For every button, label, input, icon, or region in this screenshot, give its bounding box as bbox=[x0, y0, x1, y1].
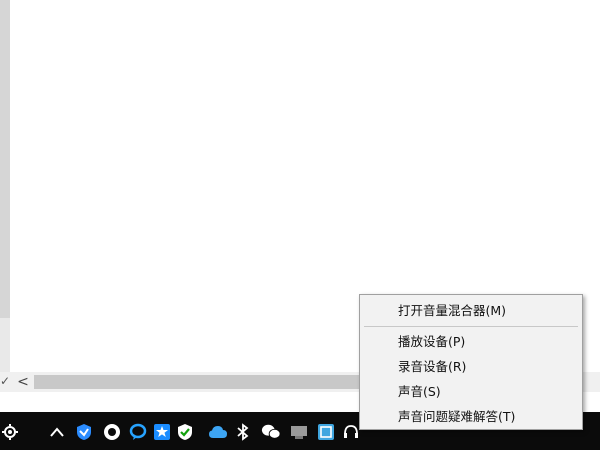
left-panel-edge bbox=[0, 0, 10, 318]
menu-item-open-volume-mixer[interactable]: 打开音量混合器(M) bbox=[398, 301, 506, 321]
baidu-netdisk-icon[interactable] bbox=[102, 422, 122, 442]
chevron-up-icon[interactable] bbox=[47, 422, 67, 442]
menu-item-playback-devices[interactable]: 播放设备(P) bbox=[398, 332, 465, 352]
bluetooth-icon[interactable] bbox=[233, 422, 253, 442]
blue-star-icon[interactable] bbox=[152, 422, 172, 442]
defender-shield-icon[interactable] bbox=[175, 422, 195, 442]
shield-v-icon[interactable] bbox=[74, 422, 94, 442]
menu-separator bbox=[364, 326, 578, 327]
screenshot-app-icon[interactable] bbox=[316, 422, 336, 442]
wechat-icon[interactable] bbox=[261, 422, 281, 442]
settings-gear-icon[interactable] bbox=[0, 422, 20, 442]
scrollbar-thumb[interactable] bbox=[34, 375, 364, 389]
chat-bubble-icon[interactable] bbox=[128, 422, 148, 442]
device-icon[interactable] bbox=[289, 422, 309, 442]
cloud-icon[interactable] bbox=[208, 422, 228, 442]
headset-icon[interactable] bbox=[341, 422, 361, 442]
menu-item-recording-devices[interactable]: 录音设备(R) bbox=[398, 357, 466, 377]
corner-check-glyph: ✓ bbox=[0, 374, 11, 388]
menu-item-troubleshoot-sound[interactable]: 声音问题疑难解答(T) bbox=[398, 407, 515, 427]
left-panel-edge-lower bbox=[0, 318, 10, 372]
scroll-left-arrow[interactable]: < bbox=[14, 372, 32, 392]
menu-item-sounds[interactable]: 声音(S) bbox=[398, 382, 441, 402]
sound-context-menu: 打开音量混合器(M) 播放设备(P) 录音设备(R) 声音(S) 声音问题疑难解… bbox=[359, 294, 583, 430]
